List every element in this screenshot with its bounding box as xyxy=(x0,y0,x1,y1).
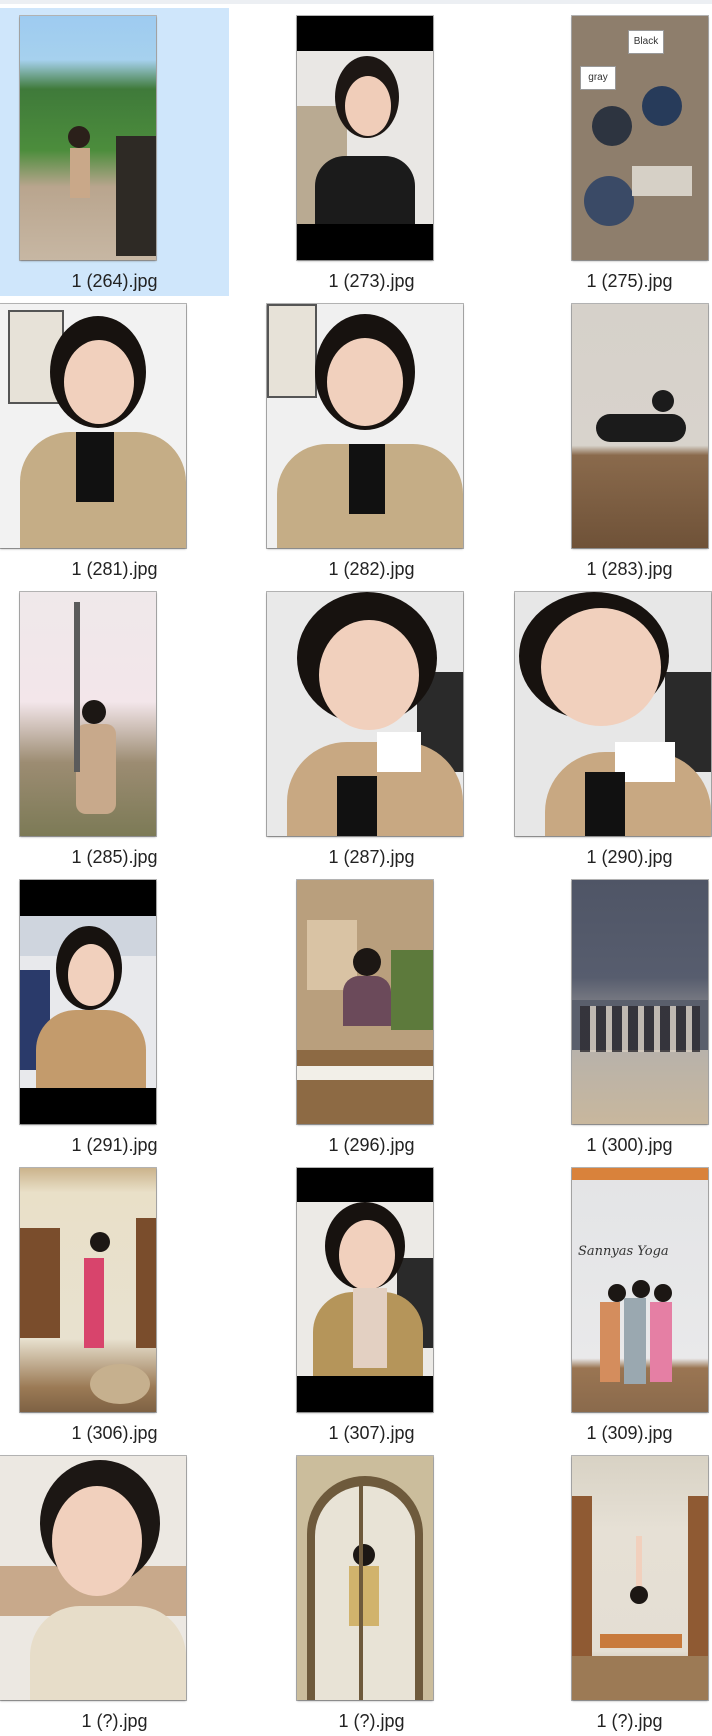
file-name: 1 (275).jpg xyxy=(586,271,673,291)
file-item[interactable]: gray Black 1 (275).jpg xyxy=(515,8,712,296)
file-name: 1 (264).jpg xyxy=(71,271,158,291)
file-item[interactable]: 1 (?).jpg xyxy=(515,1448,712,1736)
tag-black: Black xyxy=(628,30,664,54)
thumbnail-image xyxy=(572,1456,708,1700)
file-name: 1 (273).jpg xyxy=(328,271,415,291)
file-item[interactable]: 1 (282).jpg xyxy=(257,296,486,584)
file-item[interactable]: 1 (296).jpg xyxy=(257,872,486,1160)
thumbnail-grid: 1 (264).jpg 1 (273).jpg gray Black 1 (27… xyxy=(0,4,712,1731)
file-item[interactable]: 1 (273).jpg xyxy=(257,8,486,296)
thumbnail-image xyxy=(0,304,186,548)
thumbnail-image xyxy=(20,592,156,836)
file-item[interactable]: Sannyas Yoga 1 (309).jpg xyxy=(515,1160,712,1448)
thumbnail-image xyxy=(297,1456,433,1700)
file-name: 1 (?).jpg xyxy=(596,1711,663,1731)
file-item[interactable]: 1 (264).jpg xyxy=(0,8,229,296)
thumbnail-image xyxy=(20,16,156,260)
thumbnail-image: gray Black xyxy=(572,16,708,260)
file-item[interactable]: 1 (287).jpg xyxy=(257,584,486,872)
tag-gray: gray xyxy=(580,66,616,90)
thumbnail-image xyxy=(297,880,433,1124)
file-name: 1 (296).jpg xyxy=(328,1135,415,1155)
file-name: 1 (300).jpg xyxy=(586,1135,673,1155)
file-name: 1 (287).jpg xyxy=(328,847,415,867)
thumbnail-image xyxy=(515,592,711,836)
file-item[interactable]: 1 (283).jpg xyxy=(515,296,712,584)
thumbnail-image xyxy=(572,304,708,548)
file-name: 1 (?).jpg xyxy=(338,1711,405,1731)
thumbnail-image xyxy=(20,1168,156,1412)
file-item[interactable]: 1 (285).jpg xyxy=(0,584,229,872)
file-item[interactable]: 1 (281).jpg xyxy=(0,296,229,584)
studio-sign-text: Sannyas Yoga xyxy=(578,1244,669,1259)
thumbnail-image xyxy=(0,1456,186,1700)
thumbnail-image: Sannyas Yoga xyxy=(572,1168,708,1412)
thumbnail-image xyxy=(267,592,463,836)
file-name: 1 (307).jpg xyxy=(328,1423,415,1443)
thumbnail-image xyxy=(297,16,433,260)
thumbnail-image xyxy=(267,304,463,548)
thumbnail-image xyxy=(297,1168,433,1412)
file-name: 1 (282).jpg xyxy=(328,559,415,579)
file-item[interactable]: 1 (?).jpg xyxy=(0,1448,229,1736)
thumbnail-image xyxy=(572,880,708,1124)
file-item[interactable]: 1 (300).jpg xyxy=(515,872,712,1160)
file-item[interactable]: 1 (290).jpg xyxy=(515,584,712,872)
file-name: 1 (285).jpg xyxy=(71,847,158,867)
file-name: 1 (283).jpg xyxy=(586,559,673,579)
file-name: 1 (309).jpg xyxy=(586,1423,673,1443)
file-item[interactable]: 1 (291).jpg xyxy=(0,872,229,1160)
thumbnail-image xyxy=(20,880,156,1124)
file-name: 1 (291).jpg xyxy=(71,1135,158,1155)
file-name: 1 (306).jpg xyxy=(71,1423,158,1443)
file-name: 1 (?).jpg xyxy=(81,1711,148,1731)
file-item[interactable]: 1 (?).jpg xyxy=(257,1448,486,1736)
file-name: 1 (281).jpg xyxy=(71,559,158,579)
file-item[interactable]: 1 (306).jpg xyxy=(0,1160,229,1448)
file-name: 1 (290).jpg xyxy=(586,847,673,867)
file-item[interactable]: 1 (307).jpg xyxy=(257,1160,486,1448)
